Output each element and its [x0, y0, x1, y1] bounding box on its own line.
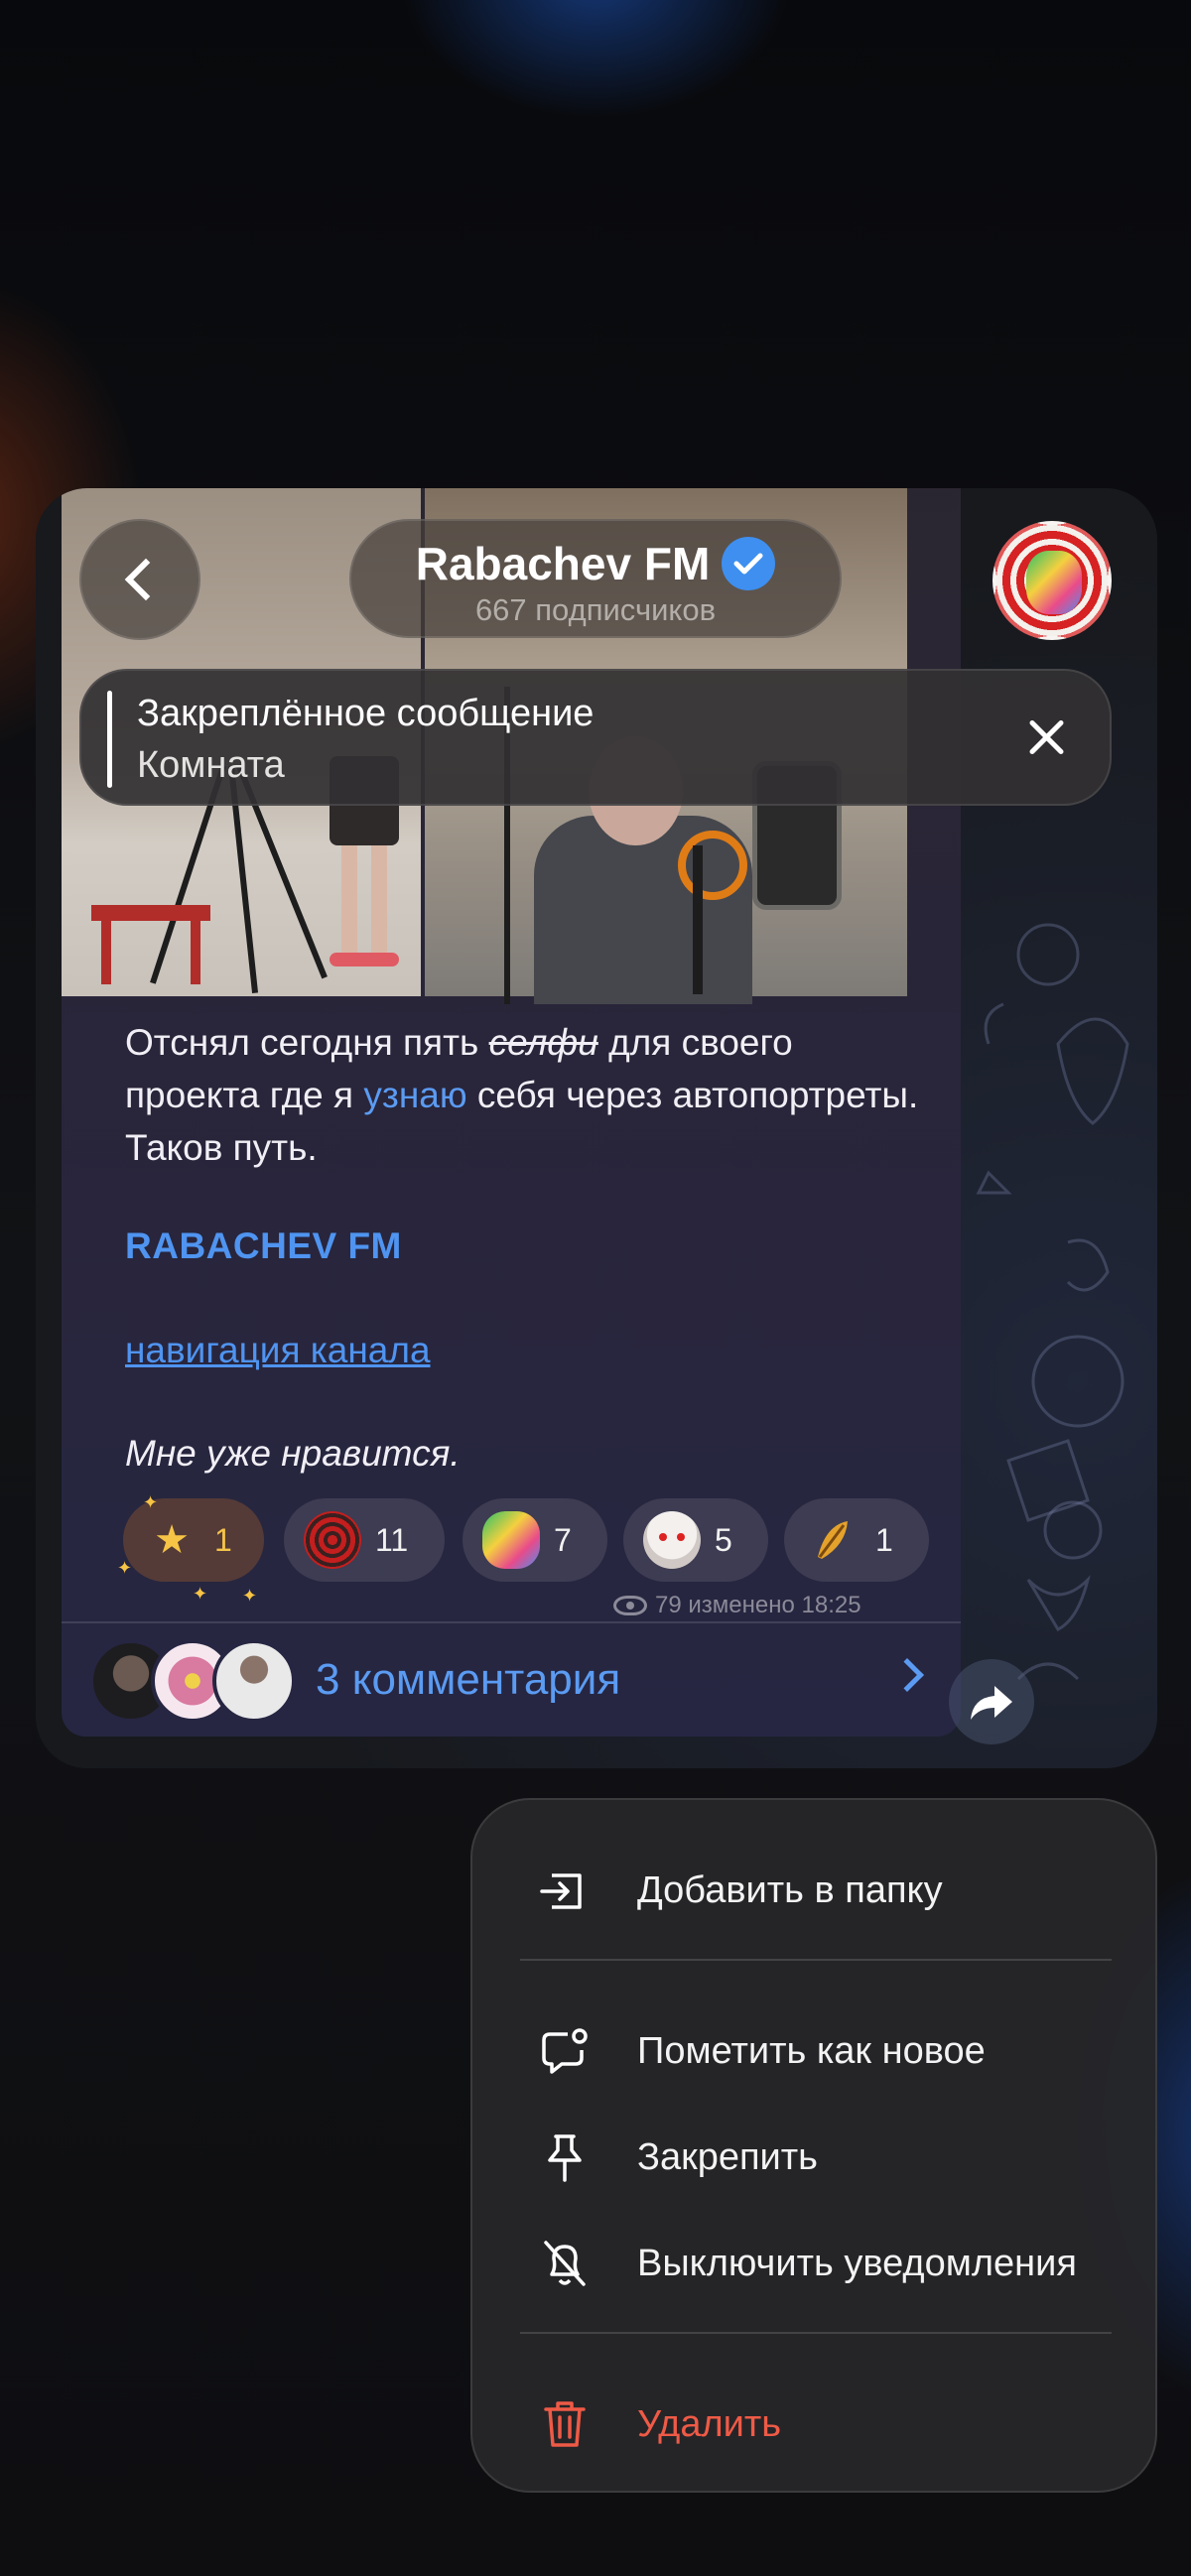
pinned-message-banner[interactable]: Закреплённое сообщение Комната: [79, 669, 1112, 806]
pin-icon: [548, 2134, 582, 2182]
doll-face-icon: [643, 1511, 701, 1569]
context-menu: Добавить в папку Пометить как новое Закр…: [470, 1798, 1157, 2493]
back-button[interactable]: [79, 519, 200, 640]
menu-divider: [520, 1959, 1112, 1961]
menu-item-mute[interactable]: Выключить уведомления: [472, 2219, 1155, 2308]
post-text: Отснял сегодня пять селфи для своего про…: [125, 1022, 919, 1168]
menu-item-add-to-folder[interactable]: Добавить в папку: [472, 1846, 1155, 1935]
share-button[interactable]: [949, 1659, 1034, 1744]
menu-item-mark-as-new[interactable]: Пометить как новое: [472, 2006, 1155, 2096]
menu-divider: [520, 2332, 1112, 2334]
channel-avatar[interactable]: [992, 521, 1112, 640]
chevron-left-icon: [124, 558, 168, 601]
channel-tag-link[interactable]: RABACHEV FM: [125, 1225, 402, 1267]
reaction-face-art[interactable]: 7: [463, 1498, 607, 1582]
face-art-icon: [482, 1511, 540, 1569]
inline-link[interactable]: узнаю: [363, 1075, 466, 1115]
comments-button[interactable]: 3 комментария: [62, 1623, 961, 1737]
close-icon[interactable]: [1024, 714, 1070, 760]
comments-count: 3 комментария: [316, 1655, 621, 1704]
views-icon: [613, 1596, 647, 1615]
pinned-indicator: [107, 691, 112, 788]
post-meta: 79 изменено 18:25: [613, 1592, 861, 1619]
channel-title-pill[interactable]: Rabachev FM 667 подписчиков: [349, 519, 842, 638]
menu-item-delete[interactable]: Удалить: [472, 2380, 1155, 2469]
star-icon: ★: [154, 1518, 190, 1562]
strikethrough-word: селфи: [488, 1022, 598, 1063]
trash-icon: [544, 2401, 586, 2447]
folder-add-icon: [540, 1873, 582, 1909]
chevron-right-icon: [890, 1658, 924, 1692]
spiral-icon: [304, 1511, 361, 1569]
mark-unread-icon: [542, 2028, 588, 2074]
avatar: [212, 1639, 296, 1723]
pinned-title: Закреплённое сообщение: [137, 693, 595, 734]
channel-name: Rabachev FM: [415, 538, 711, 589]
reaction-leaf[interactable]: 1: [784, 1498, 929, 1582]
leaf-icon: [804, 1511, 861, 1569]
reaction-spiral[interactable]: 11: [284, 1498, 445, 1582]
reaction-doll[interactable]: 5: [623, 1498, 768, 1582]
verified-badge-icon: [722, 537, 776, 590]
channel-navigation-link[interactable]: навигация канала: [125, 1330, 431, 1371]
pinned-subtitle: Комната: [137, 744, 285, 786]
subscriber-count: 667 подписчиков: [474, 592, 717, 627]
commenter-avatars: [89, 1635, 308, 1725]
menu-item-pin[interactable]: Закрепить: [472, 2113, 1155, 2202]
share-arrow-icon: [971, 1686, 1012, 1720]
post-italic-line: Мне уже нравится.: [125, 1433, 461, 1474]
mute-bell-icon: [544, 2241, 586, 2286]
